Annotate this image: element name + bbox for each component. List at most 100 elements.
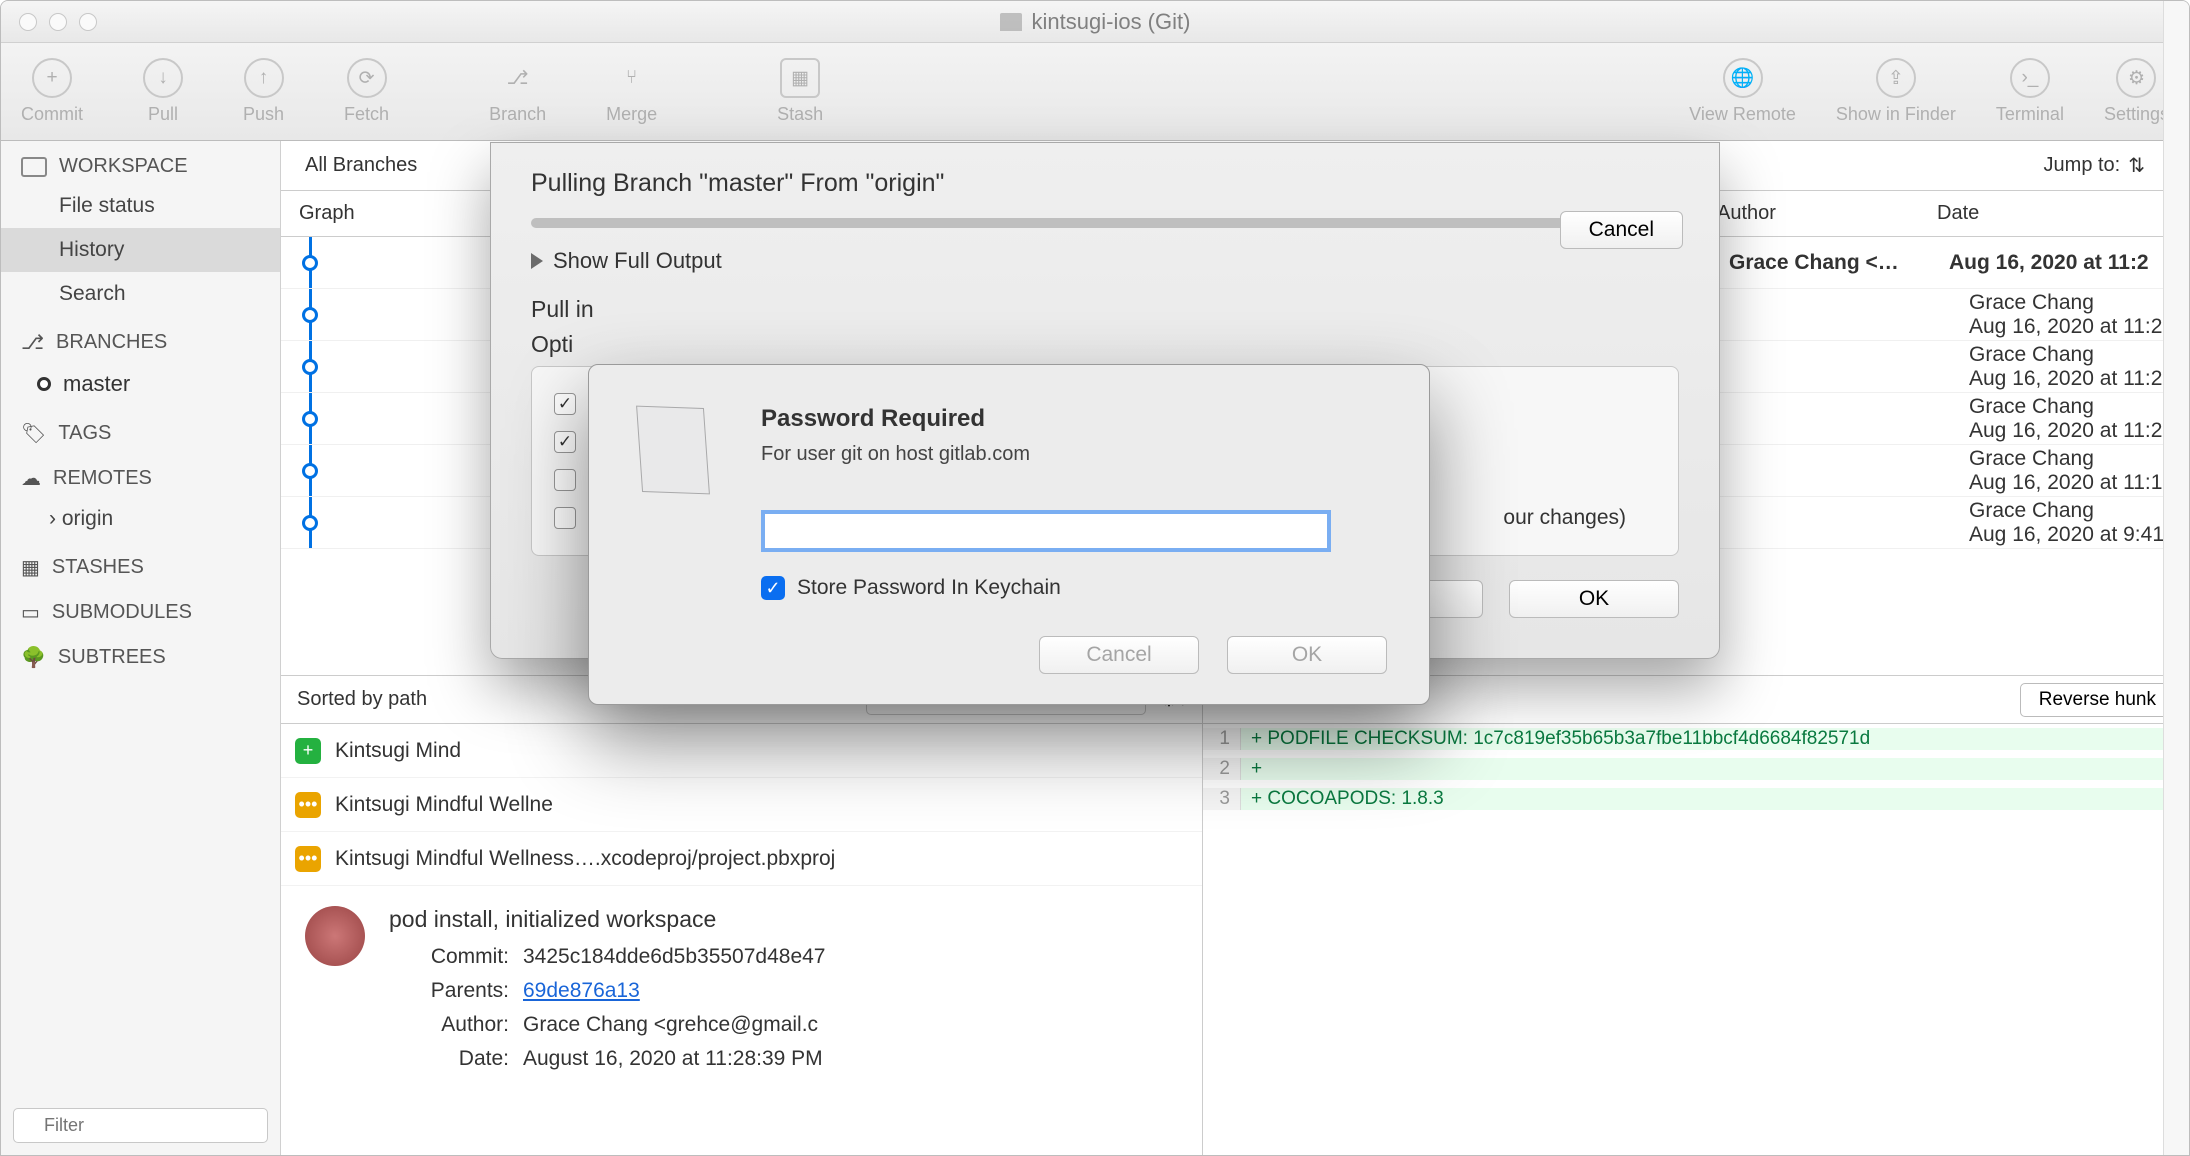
commit-author-cell: Grace Chang Aug 16, 2020 at 11:25 (1969, 343, 2189, 391)
commit-author: Grace Chang <grehce@gmail.c (523, 1013, 1178, 1037)
subtree-icon: 🌳 (21, 645, 46, 670)
titlebar: kintsugi-ios (Git) (1, 1, 2189, 43)
password-modal: Password Required For user git on host g… (588, 364, 1430, 705)
diff-line: 3+ COCOAPODS: 1.8.3 (1203, 784, 2189, 814)
commit-author-cell: Grace Chang Aug 16, 2020 at 11:10 (1969, 447, 2189, 495)
progress-bar (531, 218, 1679, 228)
modal-title: Password Required (761, 405, 1331, 433)
terminal-button[interactable]: ›_Terminal (1996, 58, 2064, 125)
file-name: Kintsugi Mind (335, 739, 461, 763)
stash-icon: ▦ (21, 555, 40, 580)
submodule-icon: ▭ (21, 600, 40, 625)
commit-subject: pod install, initialized workspace (389, 906, 1178, 933)
store-keychain-label: Store Password In Keychain (797, 576, 1061, 600)
cloud-icon: ☁ (21, 466, 41, 491)
added-icon: + (295, 738, 321, 764)
sheet-title: Pulling Branch "master" From "origin" (531, 169, 1679, 198)
commit-author-cell: Grace Chang Aug 16, 2020 at 11:26 (1969, 291, 2189, 339)
modal-cancel-button[interactable]: Cancel (1039, 636, 1199, 674)
chevron-updown-icon: ⇅ (2128, 153, 2145, 178)
sidebar-item-history[interactable]: History (1, 228, 280, 272)
sidebar-filter-input[interactable] (13, 1108, 268, 1143)
tags-section[interactable]: 🏷TAGS (1, 407, 280, 452)
remote-origin[interactable]: › origin (1, 497, 280, 541)
show-output-toggle[interactable]: Show Full Output (531, 248, 1679, 274)
branches-section[interactable]: ⎇BRANCHES (1, 316, 280, 361)
sidebar-item-file-status[interactable]: File status (1, 184, 280, 228)
remotes-section[interactable]: ☁REMOTES (1, 452, 280, 497)
file-name: Kintsugi Mindful Wellne (335, 793, 553, 817)
workspace-section[interactable]: WORKSPACE (1, 141, 280, 184)
stash-button[interactable]: ▦Stash (777, 58, 823, 125)
fetch-button[interactable]: ⟳Fetch (344, 58, 389, 125)
sidebar-item-search[interactable]: Search (1, 272, 280, 316)
modal-subtitle: For user git on host gitlab.com (761, 443, 1331, 466)
sort-dropdown[interactable]: Sorted by path (297, 688, 427, 711)
col-date[interactable]: Date (1937, 202, 2177, 225)
pull-button[interactable]: ↓Pull (143, 58, 183, 125)
view-remote-button[interactable]: 🌐View Remote (1689, 58, 1796, 125)
monitor-icon (21, 157, 47, 177)
sheet-ok-button[interactable]: OK (1509, 580, 1679, 618)
col-graph[interactable]: Graph (293, 202, 493, 225)
password-input[interactable] (761, 510, 1331, 552)
branch-button[interactable]: ⎇Branch (489, 58, 546, 125)
branch-master[interactable]: master (1, 361, 280, 407)
file-row[interactable]: ••• Kintsugi Mindful Wellness….xcodeproj/… (281, 832, 1202, 886)
commit-date-cell: Aug 16, 2020 at 11:21 (1969, 419, 2189, 443)
push-button[interactable]: ↑Push (243, 58, 284, 125)
modified-icon: ••• (295, 846, 321, 872)
option-trailing-text: our changes) (1503, 506, 1626, 530)
show-in-finder-button[interactable]: ⇪Show in Finder (1836, 58, 1956, 125)
modified-icon: ••• (295, 792, 321, 818)
option-checkbox-2[interactable] (554, 431, 576, 453)
store-keychain-checkbox[interactable]: ✓ (761, 576, 785, 600)
commit-date-cell: Aug 16, 2020 at 11:2 (1949, 251, 2189, 275)
branch-filter-dropdown[interactable]: All Branches (305, 154, 417, 177)
minimize-icon[interactable] (49, 13, 67, 31)
reverse-hunk-button[interactable]: Reverse hunk (2020, 683, 2175, 717)
toolbar: +Commit ↓Pull ↑Push ⟳Fetch ⎇Branch ⑂Merg… (1, 43, 2189, 141)
commit-date-cell: Aug 16, 2020 at 11:10 (1969, 471, 2189, 495)
commit-date-cell: Aug 16, 2020 at 9:41 P (1969, 523, 2189, 547)
options-label: Opti (531, 331, 1679, 358)
window-title: kintsugi-ios (Git) (1032, 9, 1191, 35)
branch-icon: ⎇ (21, 330, 44, 355)
stashes-section[interactable]: ▦STASHES (1, 541, 280, 586)
option-checkbox-3[interactable] (554, 469, 576, 491)
commit-date-cell: Aug 16, 2020 at 11:25 (1969, 367, 2189, 391)
merge-button[interactable]: ⑂Merge (606, 58, 657, 125)
diff-line: 2+ (1203, 754, 2189, 784)
app-icon (631, 405, 727, 501)
settings-button[interactable]: ⚙Settings (2104, 58, 2169, 125)
subtrees-section[interactable]: 🌳SUBTREES (1, 631, 280, 676)
jump-to-dropdown[interactable]: Jump to: ⇅ (2044, 153, 2145, 178)
disclosure-triangle-icon (531, 253, 543, 269)
col-author[interactable]: Author (1717, 202, 1937, 225)
file-row[interactable]: ••• Kintsugi Mindful Wellne (281, 778, 1202, 832)
traffic-lights (19, 13, 97, 31)
option-checkbox-1[interactable] (554, 393, 576, 415)
commit-author-cell: Grace Chang Aug 16, 2020 at 11:21 (1969, 395, 2189, 443)
option-checkbox-4[interactable] (554, 507, 576, 529)
parent-link[interactable]: 69de876a13 (523, 979, 640, 1002)
tag-icon: 🏷 (21, 421, 46, 446)
commit-button[interactable]: +Commit (21, 58, 83, 125)
current-branch-icon (37, 377, 51, 391)
file-row[interactable]: + Kintsugi Mind (281, 724, 1202, 778)
commit-author-cell: Grace Chang <… (1729, 251, 1949, 275)
commit-author-cell: Grace Chang Aug 16, 2020 at 9:41 P (1969, 499, 2189, 547)
sheet-cancel-button[interactable]: Cancel (1560, 211, 1683, 249)
commit-hash: 3425c184dde6d5b35507d48e47 (523, 945, 1178, 969)
file-name: Kintsugi Mindful Wellness….xcodeproj/pro… (335, 847, 835, 871)
submodules-section[interactable]: ▭SUBMODULES (1, 586, 280, 631)
modal-ok-button[interactable]: OK (1227, 636, 1387, 674)
commit-date: August 16, 2020 at 11:28:39 PM (523, 1047, 1178, 1071)
right-gutter (2163, 1, 2189, 1155)
avatar (305, 906, 365, 966)
zoom-icon[interactable] (79, 13, 97, 31)
pull-into-label: Pull in (531, 296, 1679, 323)
diff-line: 1+ PODFILE CHECKSUM: 1c7c819ef35b65b3a7f… (1203, 724, 2189, 754)
close-icon[interactable] (19, 13, 37, 31)
sidebar: WORKSPACE File status History Search ⎇BR… (1, 141, 281, 1155)
